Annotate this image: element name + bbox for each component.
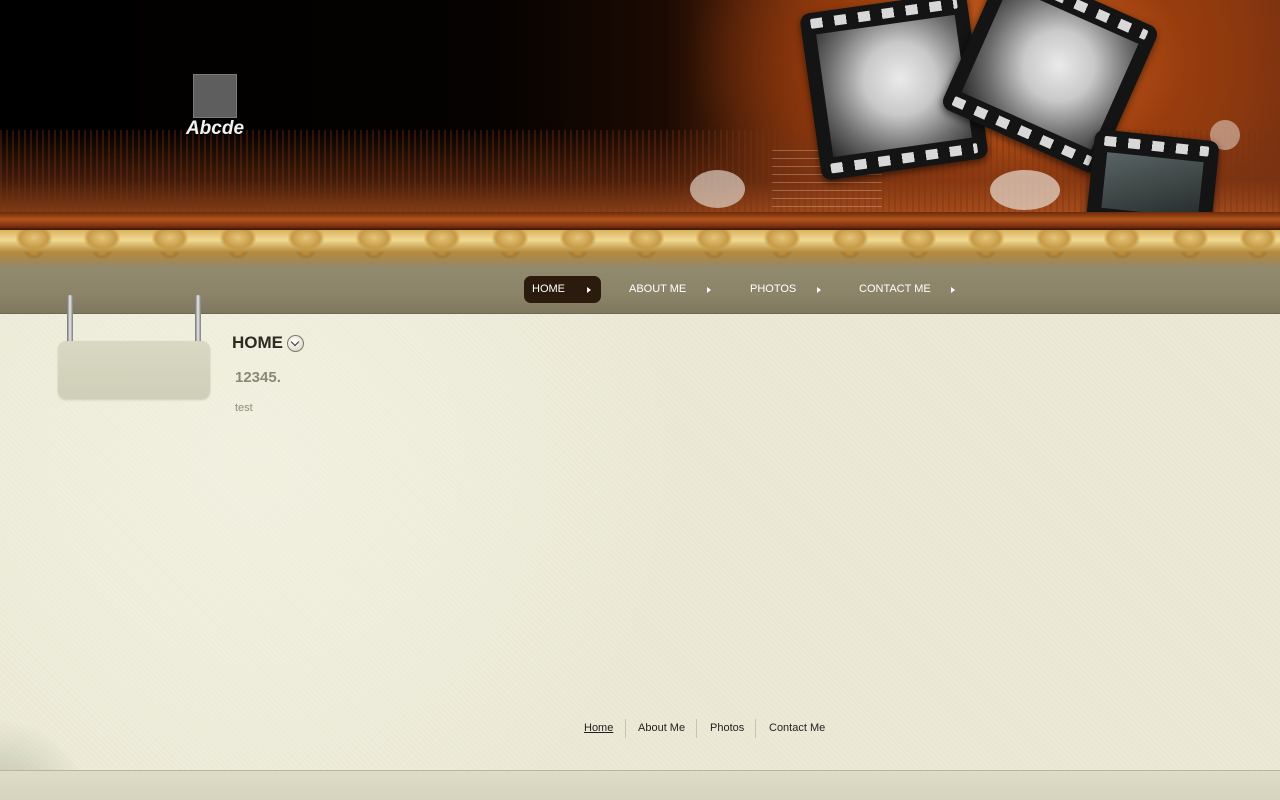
- caret-right-icon: [817, 287, 821, 293]
- nav-item-label: ABOUT ME: [629, 283, 687, 295]
- nav-item-about-me[interactable]: ABOUT ME: [621, 276, 721, 303]
- footer-band: [0, 771, 1280, 800]
- post-body: test: [235, 402, 253, 414]
- sidebar-sign: [58, 341, 210, 399]
- footer-divider: [696, 719, 697, 738]
- site-title[interactable]: Abcde: [150, 118, 280, 140]
- nav-item-home[interactable]: HOME: [524, 276, 601, 303]
- header-bottom-bar: [0, 212, 1280, 230]
- nav-item-contact-me[interactable]: CONTACT ME: [851, 276, 961, 303]
- footer-navigation: Home About Me Photos Contact Me: [580, 719, 840, 738]
- footer-link-about-me[interactable]: About Me: [638, 719, 685, 738]
- nav-item-label: PHOTOS: [750, 283, 797, 295]
- chevron-down-circle-icon[interactable]: [287, 335, 304, 352]
- swirl-decoration: [990, 170, 1060, 210]
- swirl-decoration: [690, 170, 745, 208]
- caret-right-icon: [587, 287, 591, 293]
- footer-link-photos[interactable]: Photos: [710, 719, 744, 738]
- footer-link-contact-me[interactable]: Contact Me: [769, 719, 825, 738]
- blank-photo: [1101, 152, 1204, 218]
- site-header: Abcde: [0, 0, 1280, 230]
- post-heading: 12345.: [235, 369, 281, 386]
- caret-right-icon: [707, 287, 711, 293]
- logo-placeholder-icon[interactable]: [193, 74, 237, 118]
- main-navigation: HOME ABOUT ME PHOTOS CONTACT ME: [0, 266, 1280, 314]
- caret-right-icon: [951, 287, 955, 293]
- nav-item-photos[interactable]: PHOTOS: [742, 276, 827, 303]
- footer-divider: [755, 719, 756, 738]
- footer-divider: [625, 719, 626, 738]
- ornamental-border: [0, 230, 1280, 270]
- nav-item-label: CONTACT ME: [859, 283, 931, 295]
- nav-item-label: HOME: [532, 283, 565, 295]
- page-title: HOME: [232, 333, 283, 352]
- footer-link-home[interactable]: Home: [584, 719, 613, 738]
